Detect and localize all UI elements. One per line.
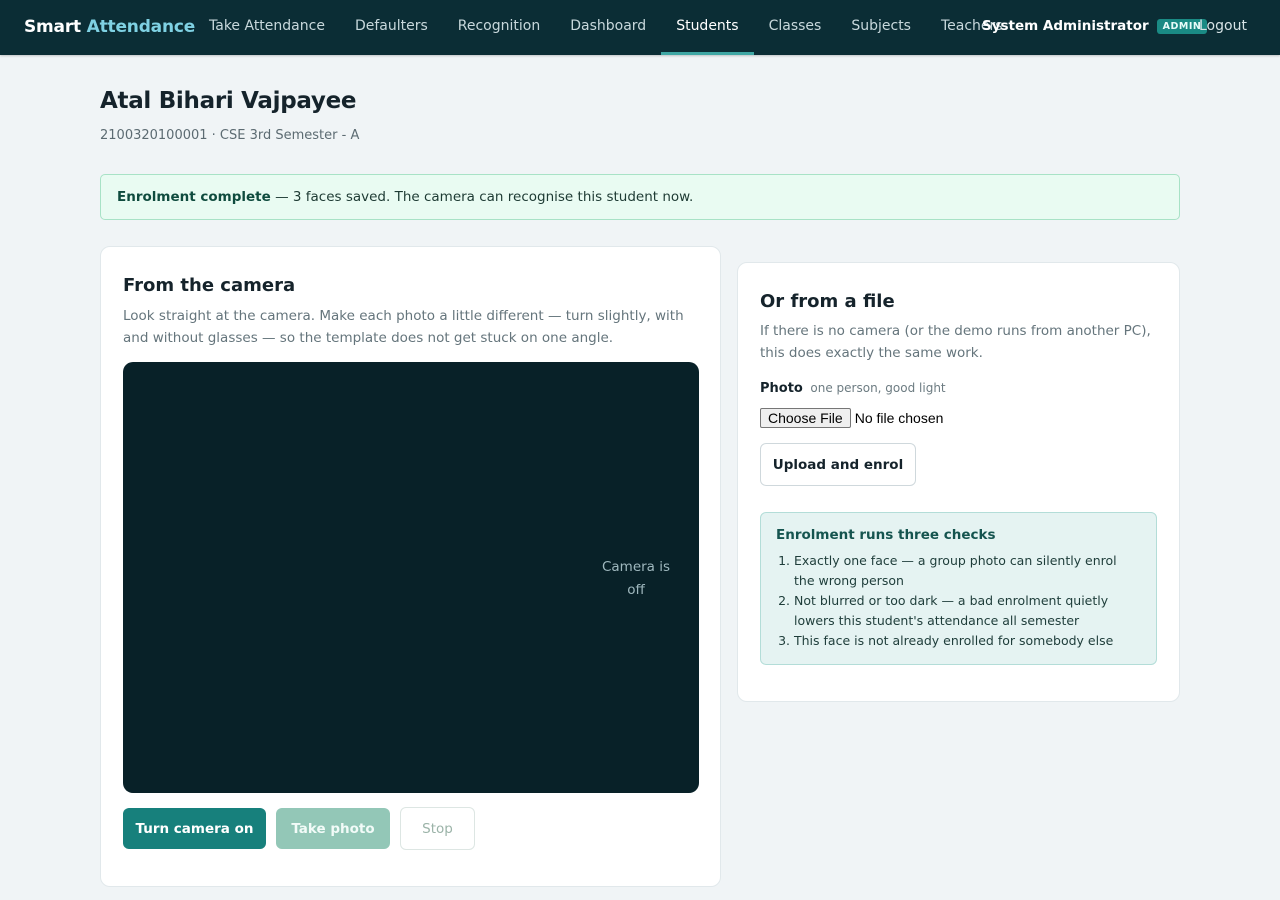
stop-button[interactable]: Stop — [400, 807, 475, 850]
camera-card-description: Look straight at the camera. Make each p… — [123, 308, 684, 346]
brand-name-accent: Attendance — [86, 17, 196, 37]
camera-viewport: Camera is off — [123, 362, 699, 793]
page-title: Atal Bihari Vajpayee — [100, 88, 357, 114]
enrolment-checks-box: Enrolment runs three checks Exactly one … — [760, 512, 1157, 665]
file-card-description: If there is no camera (or the demo runs … — [760, 323, 1151, 361]
file-card: Or from a file If there is no camera (or… — [737, 262, 1180, 702]
turn-camera-on-button[interactable]: Turn camera on — [123, 808, 266, 849]
checks-list: Exactly one face — a group photo can sil… — [776, 551, 1141, 651]
logout-link[interactable]: Logout — [1199, 18, 1247, 34]
alert-text: — 3 faces saved. The camera can recognis… — [270, 189, 694, 205]
nav-subjects[interactable]: Subjects — [836, 0, 926, 55]
camera-card: From the camera Look straight at the cam… — [100, 246, 721, 887]
file-status: No file chosen — [854, 410, 944, 426]
success-alert: Enrolment complete — 3 faces saved. The … — [100, 174, 1180, 220]
choose-file-button[interactable]: Choose File — [760, 408, 851, 428]
take-photo-button[interactable]: Take photo — [276, 808, 390, 849]
file-card-title: Or from a file — [760, 291, 895, 312]
photo-label-text: Photo — [760, 381, 803, 396]
brand-name: Smart — [24, 17, 81, 37]
user-info: System Administrator ADMIN — [982, 18, 1208, 34]
nav-recognition[interactable]: Recognition — [443, 0, 555, 55]
alert-title: Enrolment complete — [117, 189, 271, 205]
brand-logo[interactable]: Smart Attendance — [24, 17, 195, 37]
check-item: Exactly one face — a group photo can sil… — [794, 551, 1141, 591]
file-input: Choose File No file chosen — [760, 408, 943, 428]
check-item: This face is not already enrolled for so… — [794, 631, 1141, 651]
nav-take-attendance[interactable]: Take Attendance — [194, 0, 340, 55]
photo-label-hint: one person, good light — [810, 381, 946, 395]
camera-status: Camera is off — [601, 559, 671, 598]
main-nav: Take Attendance Defaulters Recognition D… — [194, 0, 1018, 55]
nav-defaulters[interactable]: Defaulters — [340, 0, 443, 55]
camera-card-title: From the camera — [123, 275, 296, 296]
upload-and-enrol-button[interactable]: Upload and enrol — [760, 443, 916, 486]
student-meta: 2100320100001 · CSE 3rd Semester - A — [100, 128, 360, 143]
nav-classes[interactable]: Classes — [754, 0, 837, 55]
user-name: System Administrator — [982, 18, 1149, 34]
checks-title: Enrolment runs three checks — [776, 527, 996, 543]
check-item: Not blurred or too dark — a bad enrolmen… — [794, 591, 1141, 631]
nav-dashboard[interactable]: Dashboard — [555, 0, 661, 55]
nav-students[interactable]: Students — [661, 0, 755, 55]
photo-field-label: Photo one person, good light — [760, 381, 946, 396]
top-navbar: Smart Attendance Take Attendance Default… — [0, 0, 1280, 55]
